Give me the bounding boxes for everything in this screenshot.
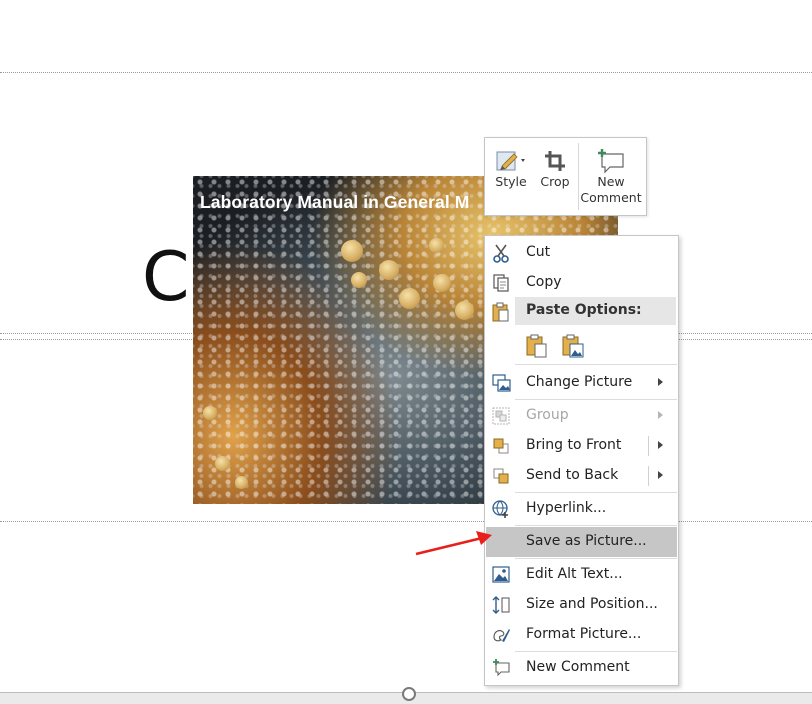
style-button[interactable]: Style xyxy=(491,138,531,215)
menu-item-format-picture[interactable]: Format Picture... xyxy=(486,620,677,650)
colony xyxy=(379,260,399,280)
new-comment-label-line2: Comment xyxy=(580,190,642,205)
menu-item-cut[interactable]: Cut xyxy=(486,238,677,268)
split-separator xyxy=(648,466,649,486)
clipboard-icon xyxy=(490,302,512,322)
menu-separator xyxy=(515,558,677,559)
group-icon xyxy=(490,406,512,426)
guide-line-top xyxy=(0,72,812,73)
menu-item-label: Size and Position... xyxy=(526,596,658,612)
menu-item-label: Bring to Front xyxy=(526,437,622,453)
paste-as-picture-icon xyxy=(562,334,584,358)
copy-icon xyxy=(490,273,512,293)
menu-separator xyxy=(515,492,677,493)
alt-text-icon xyxy=(490,565,512,585)
colony xyxy=(455,301,474,320)
colony xyxy=(351,272,367,288)
menu-item-save-as-picture[interactable]: Save as Picture... xyxy=(486,527,677,557)
submenu-arrow-icon[interactable] xyxy=(658,471,663,479)
menu-item-label: New Comment xyxy=(526,659,630,675)
menu-item-size-and-position[interactable]: Size and Position... xyxy=(486,590,677,620)
menu-item-edit-alt-text[interactable]: Edit Alt Text... xyxy=(486,560,677,590)
menu-item-label: Format Picture... xyxy=(526,626,642,642)
menu-item-hyperlink[interactable]: Hyperlink... xyxy=(486,494,677,524)
annotation-arrow xyxy=(415,531,492,556)
menu-item-label: Change Picture xyxy=(526,374,633,390)
menu-item-group[interactable]: Group xyxy=(486,401,677,431)
mini-toolbar: Style Crop New Comment xyxy=(484,137,647,216)
colony xyxy=(341,240,363,262)
change-picture-icon xyxy=(490,373,512,393)
colony xyxy=(399,288,420,309)
new-comment-button[interactable]: New Comment xyxy=(580,138,642,215)
menu-separator xyxy=(515,364,677,365)
menu-separator xyxy=(515,651,677,652)
new-comment-label: New Comment xyxy=(580,174,641,206)
new-comment-icon xyxy=(596,148,626,174)
style-label: Style xyxy=(495,174,527,189)
paste-options-header: Paste Options: xyxy=(515,297,676,325)
colony xyxy=(429,238,444,253)
colony xyxy=(215,456,230,471)
paste-options-label: Paste Options: xyxy=(526,302,642,318)
menu-item-copy[interactable]: Copy xyxy=(486,268,677,298)
menu-item-label: Send to Back xyxy=(526,467,619,483)
hyperlink-globe-icon xyxy=(490,499,512,519)
crop-label: Crop xyxy=(540,174,570,189)
guide-line-bottom xyxy=(0,521,812,522)
crop-icon xyxy=(542,148,568,174)
colony xyxy=(433,274,451,292)
toolbar-separator xyxy=(578,143,579,210)
submenu-arrow-icon xyxy=(658,411,663,419)
menu-item-new-comment[interactable]: New Comment xyxy=(486,653,677,683)
colony xyxy=(203,406,217,420)
split-separator xyxy=(648,436,649,456)
style-brush-icon xyxy=(494,148,528,174)
menu-item-change-picture[interactable]: Change Picture xyxy=(486,368,677,398)
resize-handle[interactable] xyxy=(402,687,416,701)
send-to-back-icon xyxy=(490,466,512,486)
paste-as-picture-button[interactable] xyxy=(561,333,585,359)
menu-separator xyxy=(515,399,677,400)
menu-item-label: Hyperlink... xyxy=(526,500,607,516)
menu-separator xyxy=(515,525,677,526)
picture-caption: Laboratory Manual in General M xyxy=(200,192,470,212)
submenu-arrow-icon xyxy=(658,378,663,386)
paste-keep-formatting-button[interactable] xyxy=(525,333,549,359)
menu-item-label: Copy xyxy=(526,274,562,290)
menu-item-label: Cut xyxy=(526,244,551,260)
menu-item-bring-to-front[interactable]: Bring to Front xyxy=(486,431,677,461)
colony xyxy=(235,476,248,489)
menu-item-label: Save as Picture... xyxy=(526,533,647,549)
bring-to-front-icon xyxy=(490,436,512,456)
paste-keep-formatting-icon xyxy=(526,334,547,358)
menu-item-label: Group xyxy=(526,407,569,423)
new-comment-icon xyxy=(490,658,512,678)
size-position-icon xyxy=(490,595,512,615)
new-comment-label-line1: New xyxy=(597,174,625,189)
crop-button[interactable]: Crop xyxy=(535,138,575,215)
submenu-arrow-icon[interactable] xyxy=(658,441,663,449)
context-menu: Cut Copy Paste Options: Change Picture G… xyxy=(484,235,679,686)
format-picture-icon xyxy=(490,625,512,645)
menu-item-label: Edit Alt Text... xyxy=(526,566,623,582)
menu-item-send-to-back[interactable]: Send to Back xyxy=(486,461,677,491)
scissors-icon xyxy=(490,243,512,263)
